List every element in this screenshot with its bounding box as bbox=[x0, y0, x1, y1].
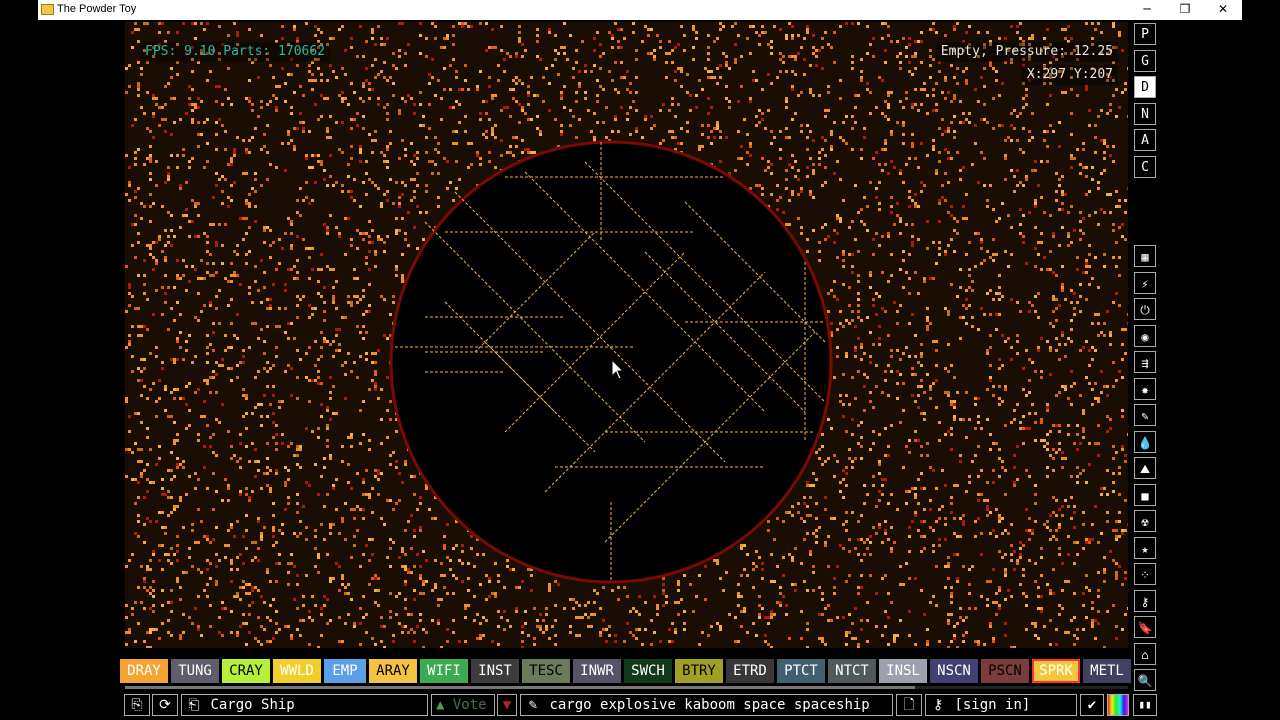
element-nscn-button[interactable]: NSCN bbox=[930, 659, 978, 683]
reload-icon: ⟳ bbox=[159, 697, 171, 713]
vote-down-icon: ▼ bbox=[502, 697, 512, 713]
tags-label: cargo explosive kaboom space spaceship bbox=[549, 697, 870, 713]
settings-button[interactable]: ✔ bbox=[1080, 694, 1104, 716]
powders-icon[interactable]: ⛰ bbox=[1134, 457, 1156, 479]
render-mode-g-button[interactable]: G bbox=[1134, 49, 1156, 72]
search-icon[interactable]: 🔍 bbox=[1134, 669, 1156, 691]
solids-icon[interactable]: ■ bbox=[1134, 483, 1156, 506]
clear-sim-button[interactable]: 🗋 bbox=[896, 694, 922, 716]
simulation-render bbox=[125, 22, 1128, 648]
element-tung-button[interactable]: TUNG bbox=[171, 659, 219, 683]
element-swch-button[interactable]: SWCH bbox=[624, 659, 672, 683]
element-sprk-button[interactable]: SPRK bbox=[1032, 659, 1080, 683]
life-icon[interactable]: ⁘ bbox=[1134, 563, 1156, 585]
window-title: The Powder Toy bbox=[57, 3, 137, 15]
force-icon[interactable]: ⇶ bbox=[1134, 351, 1156, 373]
save-name-label: Cargo Ship bbox=[210, 697, 295, 713]
app-icon bbox=[41, 4, 54, 15]
render-mode-d-button[interactable]: D bbox=[1134, 76, 1156, 98]
element-inwr-button[interactable]: INWR bbox=[573, 659, 621, 683]
user-icon: ⚷ bbox=[932, 697, 944, 713]
simulation-canvas[interactable] bbox=[125, 22, 1128, 648]
restore-button[interactable]: ❐ bbox=[1166, 0, 1204, 20]
open-icon: ⎘ bbox=[131, 697, 143, 713]
tag-icon: ✎ bbox=[528, 697, 538, 713]
scrollbar-thumb[interactable] bbox=[125, 686, 915, 689]
gases-icon[interactable]: ✎ bbox=[1134, 404, 1156, 426]
vote-down-button[interactable]: ▼ bbox=[497, 694, 517, 716]
vote-up-button[interactable]: ▲ Vote bbox=[431, 694, 495, 716]
element-inst-button[interactable]: INST bbox=[471, 659, 519, 683]
render-mode-n-button[interactable]: N bbox=[1134, 102, 1156, 125]
element-pscn-button[interactable]: PSCN bbox=[981, 659, 1029, 683]
render-mode-a-button[interactable]: A bbox=[1134, 129, 1156, 151]
sign-in-label: [sign in] bbox=[954, 697, 1031, 713]
pause-icon: ▮▮ bbox=[1138, 698, 1152, 711]
element-tesc-button[interactable]: TESC bbox=[522, 659, 570, 683]
liquids-icon[interactable]: 💧 bbox=[1134, 430, 1156, 453]
sensors-icon[interactable]: ◉ bbox=[1134, 324, 1156, 347]
element-wwld-button[interactable]: WWLD bbox=[273, 659, 321, 683]
element-emp-button[interactable]: EMP bbox=[324, 659, 366, 683]
powered-icon[interactable]: ⏻ bbox=[1134, 298, 1156, 320]
close-button[interactable]: ✕ bbox=[1204, 0, 1242, 20]
electronics-icon[interactable]: ⚡ bbox=[1134, 271, 1156, 294]
open-save-button[interactable]: ⎘ bbox=[124, 694, 150, 716]
render-mode-c-button[interactable]: C bbox=[1134, 155, 1156, 178]
sign-in-button[interactable]: ⚷ [sign in] bbox=[925, 694, 1077, 716]
window-titlebar: The Powder Toy ─ ❐ ✕ bbox=[0, 0, 1280, 20]
walls-icon[interactable]: ▦ bbox=[1134, 245, 1156, 267]
save-name-button[interactable]: ⎗ Cargo Ship bbox=[181, 694, 428, 716]
page-icon: 🗋 bbox=[903, 697, 915, 713]
element-scrollbar[interactable] bbox=[125, 686, 1128, 689]
save-icon: ⎗ bbox=[188, 697, 200, 713]
render-mode-p-button[interactable]: P bbox=[1134, 23, 1156, 45]
void-circle bbox=[389, 140, 833, 584]
pressure-readout: Empty, Pressure: 12.25 bbox=[935, 42, 1118, 62]
special-icon[interactable]: ★ bbox=[1134, 536, 1156, 559]
element-wifi-button[interactable]: WIFI bbox=[420, 659, 468, 683]
vote-label: Vote bbox=[452, 697, 487, 713]
titlebar-body: The Powder Toy ─ ❐ ✕ bbox=[38, 0, 1242, 20]
element-btry-button[interactable]: BTRY bbox=[675, 659, 723, 683]
reload-button[interactable]: ⟳ bbox=[152, 694, 178, 716]
fps-readout: FPS: 9.10 Parts: 170662 bbox=[140, 42, 331, 62]
element-etrd-button[interactable]: ETRD bbox=[726, 659, 774, 683]
tags-button[interactable]: ✎ cargo explosive kaboom space spaceship bbox=[520, 694, 893, 716]
coordinates-readout: X:297 Y:207 bbox=[1021, 65, 1118, 85]
recent-icon[interactable]: ⌂ bbox=[1134, 642, 1156, 665]
element-ntct-button[interactable]: NTCT bbox=[828, 659, 876, 683]
element-cray-button[interactable]: CRAY bbox=[222, 659, 270, 683]
element-aray-button[interactable]: ARAY bbox=[369, 659, 417, 683]
tools-icon[interactable]: ⚷ bbox=[1134, 589, 1156, 612]
element-ptct-button[interactable]: PTCT bbox=[777, 659, 825, 683]
explosives-icon[interactable]: ✸ bbox=[1134, 377, 1156, 400]
element-metl-button[interactable]: METL bbox=[1083, 659, 1131, 683]
element-dray-button[interactable]: DRAY bbox=[120, 659, 168, 683]
vote-up-icon: ▲ bbox=[436, 697, 445, 713]
checkmark-icon: ✔ bbox=[1087, 697, 1097, 713]
radioactive-icon[interactable]: ☢ bbox=[1134, 510, 1156, 532]
pause-button[interactable]: ▮▮ bbox=[1133, 694, 1157, 716]
element-insl-button[interactable]: INSL bbox=[879, 659, 927, 683]
favorites-icon[interactable]: 🔖 bbox=[1134, 616, 1156, 638]
minimize-button[interactable]: ─ bbox=[1128, 0, 1166, 20]
display-mode-button[interactable] bbox=[1107, 694, 1129, 716]
